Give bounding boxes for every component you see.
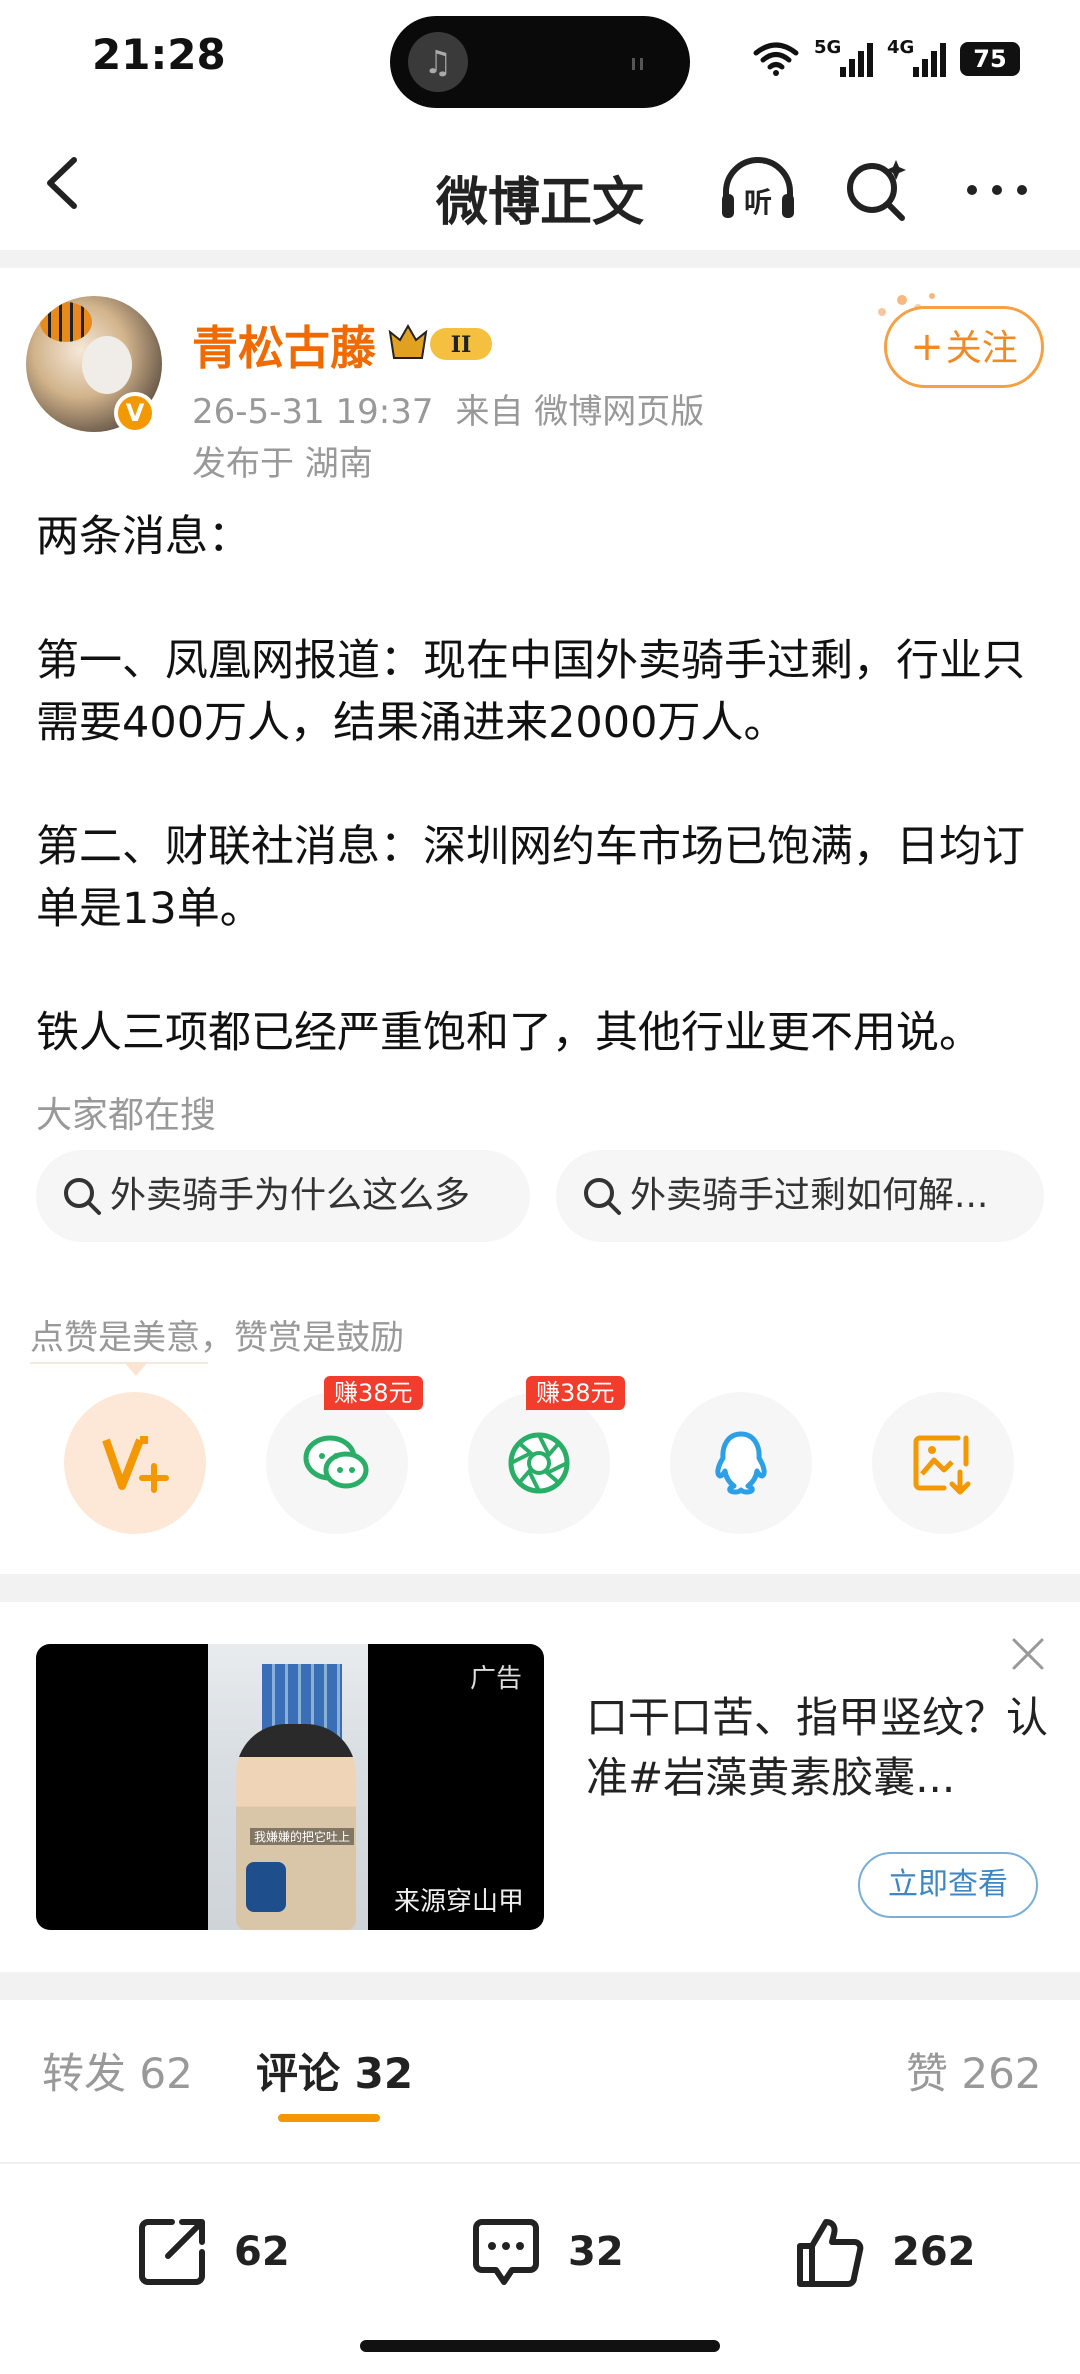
- follow-button[interactable]: +关注: [884, 306, 1044, 388]
- ad-video-thumbnail[interactable]: 我嫌嫌的把它吐上 广告 来源穿山甲: [36, 1644, 544, 1930]
- post-paragraph: 第二、财联社消息：深圳网约车市场已饱满，日均订单是13单。: [36, 822, 1025, 934]
- like-button[interactable]: 262: [792, 2212, 976, 2292]
- plus-icon: +: [910, 324, 944, 370]
- post-paragraph: 两条消息：: [36, 512, 251, 562]
- avatar-tiger-art: [40, 302, 92, 342]
- comment-bubble-icon: [473, 2219, 539, 2285]
- moments-aperture-icon: [508, 1432, 570, 1494]
- save-image-button[interactable]: [872, 1392, 1014, 1534]
- ad-view-button[interactable]: 立即查看: [858, 1852, 1038, 1918]
- post-paragraph: [36, 568, 1046, 630]
- tip-underline: [30, 1362, 208, 1364]
- post-paragraph: 第一、凤凰网报道：现在中国外卖骑手过剩，行业只需要400万人，结果涌进来2000…: [36, 636, 1025, 748]
- post-location: 发布于 湖南: [192, 444, 373, 484]
- tab-active-indicator: [278, 2114, 380, 2122]
- thumbs-up-icon: [797, 2219, 864, 2287]
- section-divider: [0, 250, 1080, 268]
- qq-penguin-icon: [715, 1431, 767, 1495]
- repost-count: 62: [234, 2229, 290, 2275]
- share-arrow-icon: [139, 2219, 205, 2285]
- hot-search-title: 大家都在搜: [36, 1095, 217, 1136]
- status-bar: 21:28 ♫ 5G 4G 75: [0, 0, 1080, 118]
- reward-tip: 点赞是美意，赞赏是鼓励: [30, 1318, 404, 1358]
- hot-search-chip-label: 外卖骑手为什么这么多: [110, 1175, 471, 1216]
- search-icon: [584, 1178, 621, 1215]
- top-nav-bar: 微博正文 听: [0, 118, 1080, 250]
- ad-video-caption: 我嫌嫌的把它吐上: [250, 1828, 355, 1845]
- signal-4g-icon: 4G: [887, 37, 946, 77]
- post-body: 两条消息： 第一、凤凰网报道：现在中国外卖骑手过剩，行业只需要400万人，结果涌…: [36, 506, 1046, 1064]
- status-icons: 5G 4G 75: [752, 34, 1020, 84]
- post-timestamp: 26-5-31 19:37: [192, 392, 434, 432]
- wifi-icon: [753, 42, 799, 76]
- dynamic-island: ♫: [390, 16, 690, 108]
- listen-label: 听: [744, 186, 772, 219]
- earn-badge: 赚38元: [324, 1376, 423, 1410]
- ad-bottle-art: [246, 1862, 286, 1912]
- comment-count: 32: [568, 2229, 624, 2275]
- save-picture-icon: [913, 1435, 971, 1495]
- wechat-icon: [303, 1435, 369, 1489]
- page-title: 微博正文: [435, 173, 644, 233]
- earn-badge: 赚38元: [526, 1376, 625, 1410]
- section-divider: [0, 1972, 1080, 2000]
- verified-badge: V: [114, 392, 156, 434]
- headphones-listen-icon[interactable]: 听: [716, 154, 800, 224]
- repost-button[interactable]: 62: [134, 2212, 290, 2292]
- share-qq-button[interactable]: [670, 1392, 812, 1534]
- follow-label: 关注: [945, 328, 1018, 369]
- like-count: 262: [892, 2229, 976, 2275]
- audio-wave-icon: [632, 58, 643, 70]
- avatar-face-art: [82, 336, 132, 394]
- music-note-icon: ♫: [408, 32, 468, 92]
- tab-repost[interactable]: 转发 62: [42, 2040, 193, 2101]
- search-icon[interactable]: [842, 154, 912, 224]
- hot-search-chip-label: 外卖骑手过剩如何解...: [630, 1175, 989, 1216]
- post-meta: 26-5-31 19:37 来自 微博网页版: [192, 384, 726, 433]
- share-wechat-button[interactable]: 赚38元: [266, 1376, 423, 1534]
- comment-button[interactable]: 32: [468, 2212, 624, 2292]
- ad-title[interactable]: 口干口苦、指甲竖纹？认准#岩藻黄素胶囊...: [586, 1688, 1056, 1808]
- battery-indicator: 75: [960, 42, 1020, 76]
- more-options-icon[interactable]: [962, 170, 1032, 210]
- ad-tag: 广告: [469, 1664, 522, 1694]
- section-divider: [0, 1574, 1080, 1602]
- reward-button[interactable]: [64, 1392, 206, 1534]
- search-icon: [64, 1178, 101, 1215]
- post-paragraph: 铁人三项都已经严重饱和了，其他行业更不用说。: [36, 1008, 982, 1058]
- hot-search-chip[interactable]: 外卖骑手过剩如何解...: [556, 1150, 1044, 1242]
- tip-arrow: [124, 1362, 148, 1376]
- post-source: 来自 微博网页版: [455, 392, 705, 432]
- ad-source: 来源穿山甲: [393, 1887, 524, 1917]
- level-badge-text: II: [451, 332, 472, 358]
- author-name[interactable]: 青松古藤: [192, 312, 376, 378]
- home-indicator[interactable]: [360, 2340, 720, 2352]
- status-time: 21:28: [92, 30, 226, 79]
- v-plus-reward-icon: [102, 1436, 169, 1493]
- level-crown-icon: II: [388, 323, 492, 360]
- hot-search-chip[interactable]: 外卖骑手为什么这么多: [36, 1150, 530, 1242]
- signal-5g-icon: 5G: [814, 37, 873, 77]
- post-paragraph: [36, 754, 1046, 816]
- tab-like[interactable]: 赞 262: [906, 2040, 1042, 2101]
- share-moments-button[interactable]: 赚38元: [468, 1376, 625, 1534]
- close-icon[interactable]: [1010, 1636, 1046, 1672]
- post-paragraph: [36, 940, 1046, 1002]
- tab-comment[interactable]: 评论 32: [256, 2040, 413, 2101]
